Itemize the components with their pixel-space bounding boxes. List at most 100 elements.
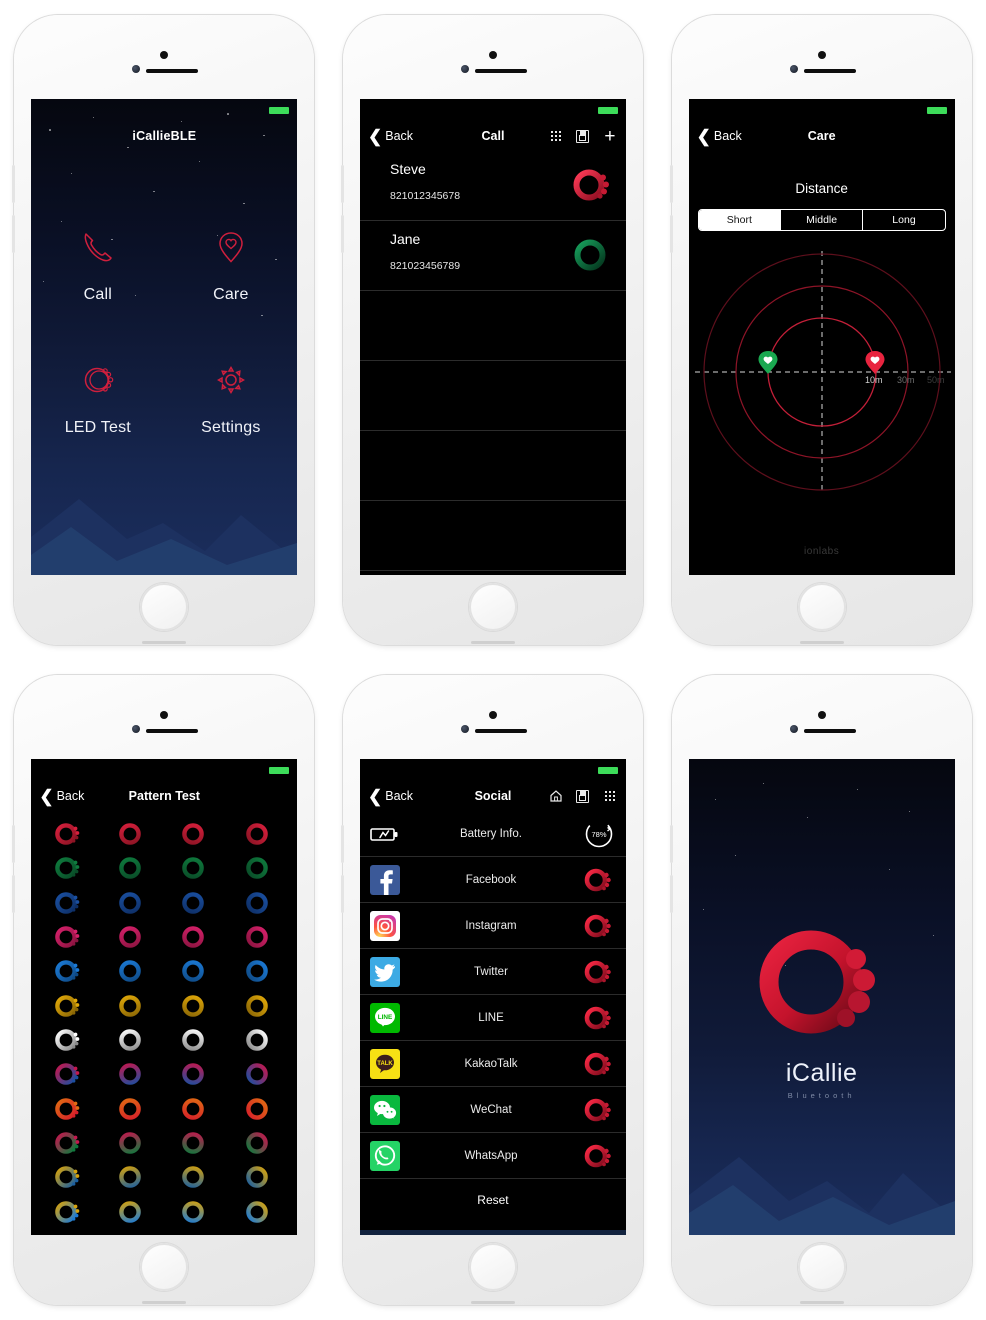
list-item-battery[interactable]: Battery Info. 78% bbox=[359, 811, 626, 857]
home-button[interactable] bbox=[797, 583, 846, 631]
pattern-led-cell[interactable] bbox=[37, 1092, 101, 1126]
table-row-empty[interactable] bbox=[359, 501, 626, 571]
led-ring-icon bbox=[55, 1063, 80, 1086]
pattern-led-cell[interactable] bbox=[37, 1160, 101, 1194]
segment-short[interactable]: Short bbox=[698, 210, 781, 230]
pattern-led-cell[interactable] bbox=[228, 1195, 292, 1229]
pattern-led-cell[interactable] bbox=[37, 817, 101, 851]
pattern-led-cell[interactable] bbox=[101, 886, 165, 920]
led-ring-icon[interactable] bbox=[582, 1095, 616, 1125]
table-row[interactable]: Jane 821023456789 bbox=[359, 221, 626, 291]
pattern-led-cell[interactable] bbox=[228, 1160, 292, 1194]
pattern-led-cell[interactable] bbox=[228, 920, 292, 954]
table-row-empty[interactable] bbox=[359, 291, 626, 361]
led-ring-icon[interactable] bbox=[570, 163, 612, 212]
save-floppy-icon[interactable] bbox=[575, 788, 591, 804]
led-ring-icon[interactable] bbox=[582, 1141, 616, 1171]
led-ring-icon bbox=[118, 1166, 141, 1189]
home-app-care[interactable]: Care bbox=[164, 227, 297, 304]
pattern-led-cell[interactable] bbox=[37, 920, 101, 954]
list-item[interactable]: WeChat bbox=[359, 1087, 626, 1133]
pattern-led-cell[interactable] bbox=[228, 886, 292, 920]
back-button[interactable]: ❮ Back bbox=[368, 128, 413, 145]
list-item[interactable]: WhatsApp bbox=[359, 1133, 626, 1179]
pattern-led-cell[interactable] bbox=[101, 1126, 165, 1160]
pattern-led-cell[interactable] bbox=[164, 954, 228, 988]
home-icon[interactable] bbox=[548, 788, 564, 804]
led-ring-icon[interactable] bbox=[582, 1003, 616, 1033]
phone-frame-social: ❮ Back Social Battery Info. 78% Facebook… bbox=[340, 675, 643, 1305]
reset-button[interactable]: Reset bbox=[360, 1179, 626, 1221]
home-button[interactable] bbox=[797, 1243, 846, 1291]
back-button[interactable]: ❮ Back bbox=[39, 788, 84, 805]
table-row-empty[interactable] bbox=[359, 361, 626, 431]
pattern-led-cell[interactable] bbox=[37, 1195, 101, 1229]
pattern-led-cell[interactable] bbox=[101, 1023, 165, 1057]
led-ring-icon[interactable] bbox=[582, 957, 616, 987]
back-button[interactable]: ❮ Back bbox=[368, 788, 413, 805]
pattern-led-cell[interactable] bbox=[164, 886, 228, 920]
pattern-led-cell[interactable] bbox=[164, 1057, 228, 1091]
pattern-led-cell[interactable] bbox=[164, 920, 228, 954]
home-app-led-test[interactable]: LED Test bbox=[31, 360, 164, 437]
led-ring-icon[interactable] bbox=[582, 1049, 616, 1079]
pattern-led-cell[interactable] bbox=[37, 1057, 101, 1091]
table-row[interactable]: Steve 821012345678 bbox=[359, 151, 626, 221]
led-ring-icon[interactable] bbox=[582, 865, 616, 895]
pattern-led-cell[interactable] bbox=[228, 1126, 292, 1160]
pattern-led-cell[interactable] bbox=[228, 989, 292, 1023]
pattern-led-cell[interactable] bbox=[164, 1023, 228, 1057]
pattern-led-cell[interactable] bbox=[228, 954, 292, 988]
pattern-led-cell[interactable] bbox=[37, 989, 101, 1023]
list-item[interactable]: Twitter bbox=[359, 949, 626, 995]
pattern-led-cell[interactable] bbox=[101, 1160, 165, 1194]
pattern-led-cell[interactable] bbox=[164, 817, 228, 851]
save-floppy-icon[interactable] bbox=[575, 128, 591, 144]
pattern-led-cell[interactable] bbox=[101, 920, 165, 954]
keypad-grid-icon[interactable] bbox=[548, 128, 564, 144]
list-item[interactable]: Facebook bbox=[359, 857, 626, 903]
pattern-led-cell[interactable] bbox=[37, 1023, 101, 1057]
pattern-led-cell[interactable] bbox=[164, 989, 228, 1023]
home-app-settings[interactable]: Settings bbox=[164, 360, 297, 437]
pattern-led-cell[interactable] bbox=[164, 1126, 228, 1160]
pattern-led-cell[interactable] bbox=[101, 817, 165, 851]
list-item[interactable]: TALK KakaoTalk bbox=[359, 1041, 626, 1087]
segment-middle[interactable]: Middle bbox=[781, 210, 864, 230]
segment-long[interactable]: Long bbox=[863, 210, 944, 230]
pattern-led-cell[interactable] bbox=[37, 954, 101, 988]
pattern-led-cell[interactable] bbox=[228, 851, 292, 885]
pattern-led-cell[interactable] bbox=[228, 1057, 292, 1091]
pattern-led-cell[interactable] bbox=[101, 1092, 165, 1126]
pattern-led-cell[interactable] bbox=[101, 989, 165, 1023]
pattern-led-cell[interactable] bbox=[164, 1092, 228, 1126]
pattern-led-cell[interactable] bbox=[164, 1195, 228, 1229]
home-button[interactable] bbox=[140, 1243, 189, 1291]
list-item[interactable]: LINE LINE bbox=[359, 995, 626, 1041]
pattern-led-cell[interactable] bbox=[164, 1160, 228, 1194]
home-button[interactable] bbox=[468, 583, 517, 631]
led-ring-icon bbox=[55, 823, 80, 845]
pattern-led-cell[interactable] bbox=[37, 851, 101, 885]
pattern-led-cell[interactable] bbox=[101, 1057, 165, 1091]
pattern-led-cell[interactable] bbox=[37, 886, 101, 920]
pattern-led-cell[interactable] bbox=[101, 1195, 165, 1229]
pattern-led-cell[interactable] bbox=[101, 851, 165, 885]
home-button[interactable] bbox=[468, 1243, 517, 1291]
pattern-led-cell[interactable] bbox=[101, 954, 165, 988]
pattern-led-cell[interactable] bbox=[37, 1126, 101, 1160]
list-item[interactable]: Instagram bbox=[359, 903, 626, 949]
add-plus-icon[interactable]: + bbox=[602, 127, 618, 146]
keypad-grid-icon[interactable] bbox=[602, 788, 618, 804]
table-row-empty[interactable] bbox=[359, 431, 626, 501]
back-button[interactable]: ❮ Back bbox=[697, 128, 742, 145]
home-app-call[interactable]: Call bbox=[31, 227, 164, 304]
pattern-led-cell[interactable] bbox=[228, 1023, 292, 1057]
led-ring-icon[interactable] bbox=[582, 911, 616, 941]
pattern-led-cell[interactable] bbox=[228, 1092, 292, 1126]
led-ring-icon[interactable] bbox=[570, 233, 612, 282]
led-ring-icon bbox=[118, 857, 141, 880]
home-button[interactable] bbox=[140, 583, 189, 631]
pattern-led-cell[interactable] bbox=[164, 851, 228, 885]
pattern-led-cell[interactable] bbox=[228, 817, 292, 851]
